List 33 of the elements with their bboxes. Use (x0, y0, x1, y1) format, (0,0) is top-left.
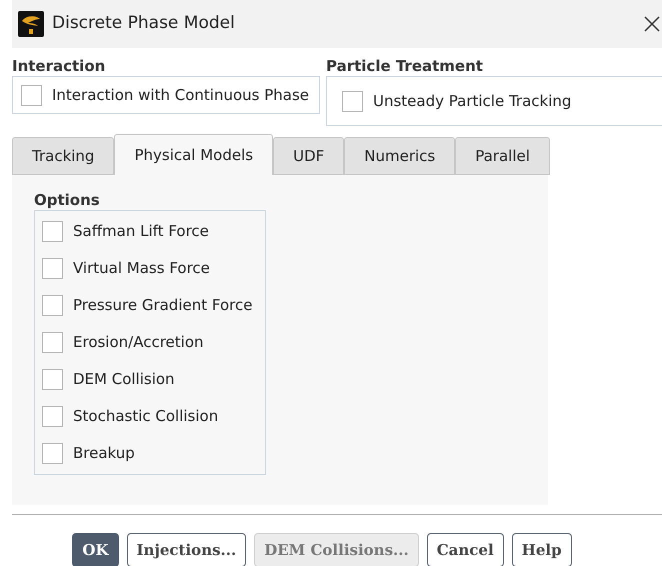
checkbox[interactable] (342, 90, 363, 112)
option-label: Interaction with Continuous Phase (52, 84, 310, 106)
option-label: Virtual Mass Force (73, 258, 210, 280)
dialog-button[interactable]: Injections... (126, 533, 246, 566)
section-heading: Interaction (12, 56, 106, 76)
option-label: Unsteady Particle Tracking (373, 90, 572, 112)
dialog-button[interactable]: Cancel (426, 533, 504, 566)
option-label: Breakup (73, 443, 135, 464)
checkbox[interactable] (42, 258, 63, 279)
section-heading: Options (34, 190, 101, 210)
checkbox[interactable] (42, 443, 63, 464)
dialog-button[interactable]: Help (512, 533, 572, 566)
section-heading: Particle Treatment (326, 56, 484, 76)
option-label: Erosion/Accretion (73, 332, 204, 354)
checkbox[interactable] (42, 295, 63, 316)
checkbox[interactable] (21, 84, 42, 106)
checkbox[interactable] (42, 369, 63, 390)
option-label: DEM Collision (73, 369, 175, 390)
window-title: Discrete Phase Model (52, 12, 235, 36)
checkbox[interactable] (42, 406, 63, 427)
dialog-button[interactable]: OK (72, 533, 119, 566)
app-logo-icon (18, 11, 44, 37)
tab[interactable]: Numerics (344, 137, 456, 175)
tab[interactable]: Tracking (12, 137, 114, 175)
checkbox[interactable] (42, 332, 63, 353)
close-icon[interactable] (644, 16, 660, 32)
tab[interactable]: UDF (273, 137, 344, 175)
option-label: Pressure Gradient Force (73, 295, 252, 316)
option-label: Stochastic Collision (73, 406, 218, 428)
tab[interactable]: Parallel (455, 137, 550, 175)
option-label: Saffman Lift Force (73, 221, 209, 242)
checkbox[interactable] (42, 221, 63, 242)
tab[interactable]: Physical Models (114, 134, 274, 175)
